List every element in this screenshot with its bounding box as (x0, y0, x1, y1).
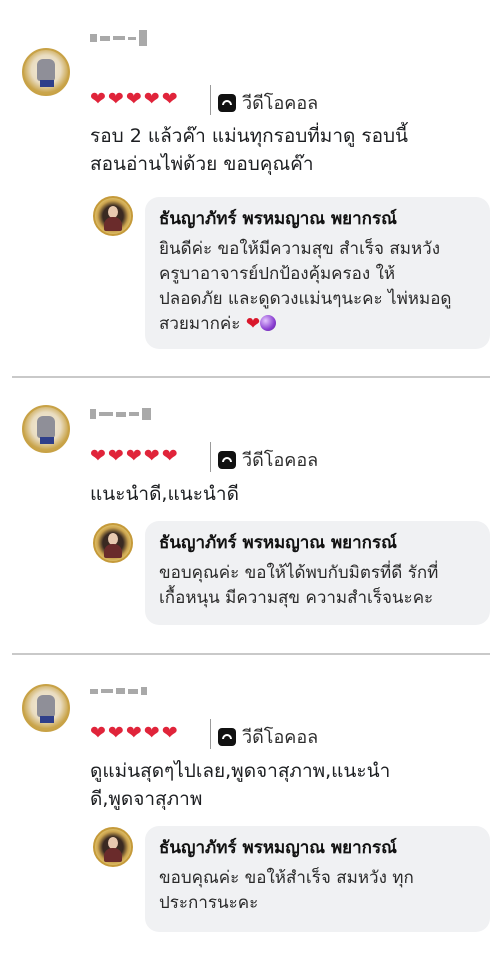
reply-text: ขอบคุณค่ะ ขอให้ได้พบกับมิตรที่ดี รักที่ … (159, 561, 478, 611)
reviewer-name-blurred (90, 27, 147, 49)
heart-icon: ❤ (161, 722, 178, 744)
divider (210, 85, 211, 115)
call-type-tag: วีดีโอคอล (218, 722, 318, 751)
reply-line: ขอบคุณค่ะ ขอให้สำเร็จ สมหวัง ทุก (159, 868, 414, 888)
reply-bubble: ธันญาภัทร์ พรหมญาณ พยากรณ์ ขอบคุณค่ะ ขอใ… (145, 521, 490, 625)
responder-name[interactable]: ธันญาภัทร์ พรหมญาณ พยากรณ์ (159, 836, 478, 860)
heart-icon: ❤ (143, 722, 160, 744)
comment-line: สอนอ่านไพ่ด้วย ขอบคุณค๊า (90, 153, 314, 175)
heart-icon: ❤ (90, 88, 106, 110)
reviewer-name-blurred (90, 403, 151, 425)
comment-line: ดี,พูดจาสุภาพ (90, 788, 203, 810)
reply-line: ยินดีค่ะ ขอให้มีความสุข สำเร็จ สมหวัง (159, 239, 441, 259)
reply-bubble: ธันญาภัทร์ พรหมญาณ พยากรณ์ ยินดีค่ะ ขอให… (145, 197, 490, 349)
rating-hearts: ❤ ❤ ❤ ❤ ❤ (90, 87, 178, 111)
rating-hearts: ❤ ❤ ❤ ❤ ❤ (90, 721, 178, 745)
responder-avatar[interactable] (93, 523, 133, 563)
video-call-icon (218, 93, 236, 112)
heart-icon: ❤ (125, 722, 142, 744)
reviewer-name-blurred (90, 680, 147, 702)
reply-line: ปลอดภัย และดูดวงแม่นๆนะคะ ไพ่หมอดู (159, 289, 452, 309)
rating-hearts: ❤ ❤ ❤ ❤ ❤ (90, 444, 178, 468)
review-separator (12, 376, 490, 378)
crystal-ball-icon (260, 315, 277, 331)
reply-line: สวยมากค่ะ (159, 314, 241, 334)
reviewer-avatar[interactable] (22, 48, 70, 96)
divider (210, 719, 211, 749)
comment-line: ดูแม่นสุดๆไปเลย,พูดจาสุภาพ,แนะนำ (90, 760, 391, 782)
call-type-tag: วีดีโอคอล (218, 88, 318, 117)
responder-avatar[interactable] (93, 196, 133, 236)
heart-icon: ❤ (161, 88, 178, 110)
responder-name[interactable]: ธันญาภัทร์ พรหมญาณ พยากรณ์ (159, 531, 478, 555)
heart-icon: ❤ (90, 722, 106, 744)
reply-bubble: ธันญาภัทร์ พรหมญาณ พยากรณ์ ขอบคุณค่ะ ขอใ… (145, 826, 490, 932)
video-call-icon (218, 450, 236, 469)
reply-text: ยินดีค่ะ ขอให้มีความสุข สำเร็จ สมหวัง คร… (159, 237, 478, 337)
reply-line: ประการนะคะ (159, 893, 259, 913)
heart-icon: ❤ (161, 445, 178, 467)
reply-text: ขอบคุณค่ะ ขอให้สำเร็จ สมหวัง ทุก ประการน… (159, 866, 478, 916)
heart-icon: ❤ (125, 88, 142, 110)
heart-icon: ❤ (125, 445, 142, 467)
review-separator (12, 653, 490, 655)
review-comment: ดูแม่นสุดๆไปเลย,พูดจาสุภาพ,แนะนำ ดี,พูดจ… (90, 757, 490, 813)
heart-icon: ❤ (90, 445, 106, 467)
call-type-label: วีดีโอคอล (242, 727, 319, 748)
heart-icon: ❤ (107, 722, 124, 744)
heart-icon: ❤ (143, 445, 160, 467)
reviewer-avatar[interactable] (22, 684, 70, 732)
heart-icon: ❤ (143, 88, 160, 110)
call-type-label: วีดีโอคอล (242, 450, 319, 471)
divider (210, 442, 211, 472)
responder-name[interactable]: ธันญาภัทร์ พรหมญาณ พยากรณ์ (159, 207, 478, 231)
comment-line: แนะนำดี,แนะนำดี (90, 483, 239, 505)
review-comment: รอบ 2 แล้วค๊า แม่นทุกรอบที่มาดู รอบนี้ ส… (90, 122, 490, 178)
reply-line: เกื้อหนุน มีความสุข ความสำเร็จนะคะ (159, 588, 434, 608)
responder-avatar[interactable] (93, 827, 133, 867)
call-type-label: วีดีโอคอล (242, 93, 319, 114)
heart-icon: ❤ (107, 88, 124, 110)
heart-icon: ❤ (107, 445, 124, 467)
video-call-icon (218, 727, 236, 746)
review-comment: แนะนำดี,แนะนำดี (90, 480, 490, 508)
comment-line: รอบ 2 แล้วค๊า แม่นทุกรอบที่มาดู รอบนี้ (90, 125, 409, 147)
call-type-tag: วีดีโอคอล (218, 445, 318, 474)
reviewer-avatar[interactable] (22, 405, 70, 453)
reply-line: ครูบาอาจารย์ปกป้องคุ้มครอง ให้ (159, 264, 396, 284)
red-heart-emoji-icon: ❤ (245, 314, 261, 334)
reply-line: ขอบคุณค่ะ ขอให้ได้พบกับมิตรที่ดี รักที่ (159, 563, 439, 583)
